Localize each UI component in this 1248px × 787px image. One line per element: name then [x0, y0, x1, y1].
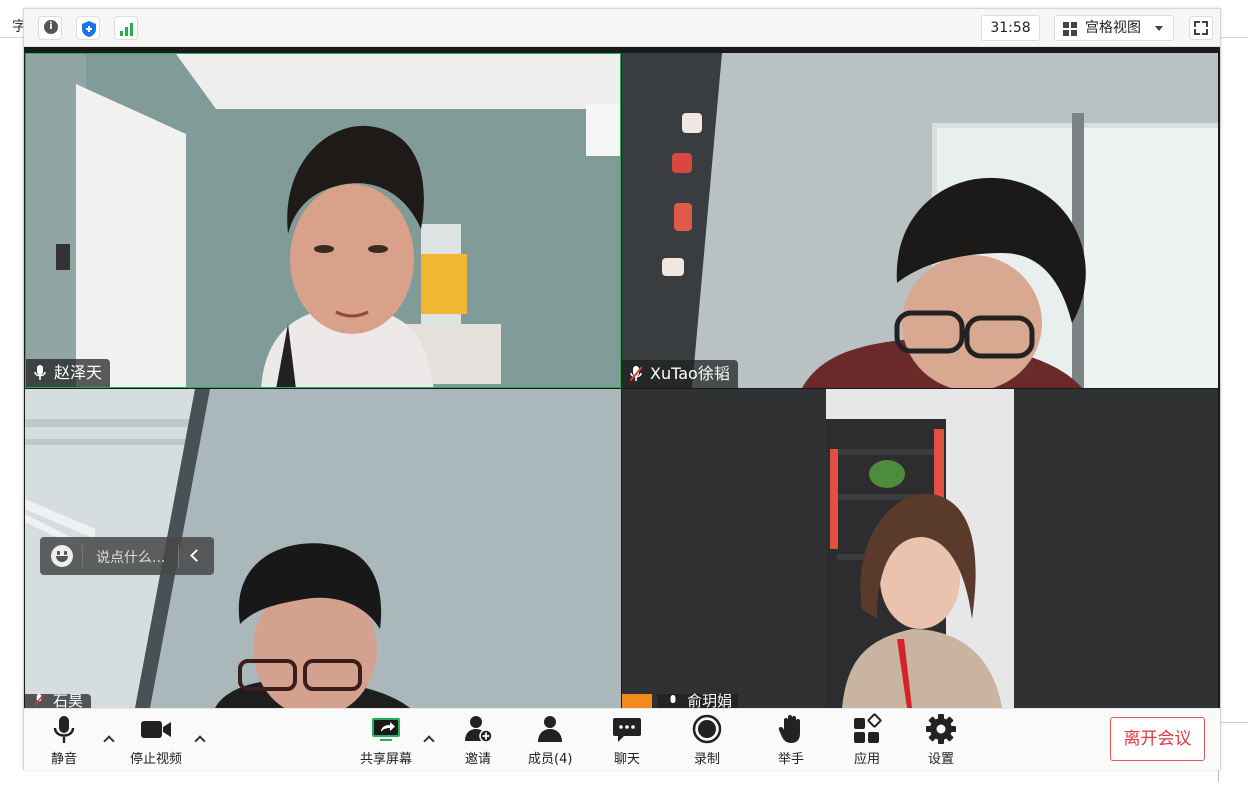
mute-button[interactable]: 静音	[48, 713, 80, 767]
microphone-muted-icon	[33, 694, 45, 706]
security-shield-icon[interactable]	[76, 16, 100, 40]
network-signal-icon[interactable]	[114, 16, 138, 40]
record-button[interactable]: 录制	[691, 713, 723, 767]
video-tile-1[interactable]: 赵泽天	[25, 53, 621, 388]
emoji-icon[interactable]	[51, 545, 73, 567]
chat-label: 聊天	[613, 752, 640, 767]
members-button[interactable]: 成员(4)	[528, 713, 572, 767]
apps-grid-icon	[851, 713, 883, 745]
chat-button[interactable]: 聊天	[611, 713, 643, 767]
video-frame	[622, 53, 1218, 388]
apps-button[interactable]: 应用	[851, 713, 883, 767]
settings-label: 设置	[927, 752, 954, 767]
gear-icon	[925, 713, 957, 745]
avatar	[622, 694, 652, 708]
screen: 字 31:58	[0, 0, 1248, 787]
fullscreen-icon[interactable]	[1189, 16, 1213, 40]
record-icon	[691, 713, 723, 745]
participant-name: 赵泽天	[54, 363, 103, 382]
raise-hand-button[interactable]: 举手	[775, 713, 807, 767]
share-screen-label: 共享屏幕	[360, 752, 413, 767]
microphone-icon	[34, 365, 46, 380]
participant-name-tag: 石昊	[25, 692, 92, 709]
collapse-chevron-icon[interactable]	[190, 549, 203, 562]
meeting-window: 31:58 宫格视图	[23, 8, 1221, 770]
microphone-icon	[48, 713, 80, 745]
background-divider	[1219, 722, 1248, 723]
video-grid: 赵泽天 XuTao徐韬 石昊 俞玥娟 说点什么...	[24, 47, 1220, 708]
invite-button[interactable]: 邀请	[462, 713, 494, 767]
apps-label: 应用	[853, 752, 880, 767]
microphone-icon	[670, 695, 676, 704]
grid-view-icon	[1063, 22, 1077, 36]
share-options-chevron-icon[interactable]	[423, 735, 435, 747]
divider	[82, 545, 83, 567]
mute-label: 静音	[50, 752, 77, 767]
video-frame	[622, 389, 1218, 708]
view-layout-label: 宫格视图	[1085, 20, 1141, 36]
settings-button[interactable]: 设置	[925, 713, 957, 767]
video-frame	[26, 54, 620, 387]
video-tile-2[interactable]: XuTao徐韬	[622, 53, 1218, 388]
participant-name: 石昊	[53, 692, 84, 709]
participant-name: 俞玥娟	[687, 692, 733, 709]
participant-name-box: 俞玥娟	[657, 692, 739, 709]
view-layout-dropdown[interactable]: 宫格视图	[1054, 15, 1174, 41]
add-person-icon	[462, 713, 494, 745]
participant-name-tag: 赵泽天	[26, 359, 111, 387]
participant-name-tag: 俞玥娟	[622, 694, 746, 708]
video-tile-4[interactable]: 俞玥娟	[622, 389, 1218, 708]
audio-options-chevron-icon[interactable]	[103, 735, 115, 747]
record-label: 录制	[693, 752, 720, 767]
meeting-top-bar: 31:58 宫格视图	[24, 9, 1220, 47]
meeting-timer: 31:58	[981, 15, 1040, 41]
stop-video-button[interactable]: 停止视频	[130, 713, 182, 767]
video-camera-icon	[140, 713, 172, 745]
participant-name: XuTao徐韬	[650, 364, 730, 383]
person-icon	[534, 713, 566, 745]
meeting-toolbar: 静音 停止视频 共享屏幕 邀请 成员(4) 聊天 录制 举手 应用 设置 离开会…	[24, 708, 1220, 770]
raise-hand-label: 举手	[777, 752, 804, 767]
leave-meeting-button[interactable]: 离开会议	[1110, 717, 1205, 761]
chat-bubble-icon	[611, 713, 643, 745]
invite-label: 邀请	[464, 752, 491, 767]
meeting-info-icon[interactable]	[38, 16, 62, 40]
hand-icon	[775, 713, 807, 745]
share-screen-icon	[370, 713, 402, 745]
divider	[178, 545, 179, 567]
microphone-muted-icon	[630, 366, 642, 382]
chat-input-placeholder[interactable]: 说点什么...	[96, 547, 165, 567]
video-options-chevron-icon[interactable]	[194, 735, 206, 747]
participant-name-tag: XuTao徐韬	[622, 360, 738, 388]
chevron-down-icon	[1155, 26, 1163, 31]
quick-chat-bar[interactable]: 说点什么...	[40, 537, 214, 575]
share-screen-button[interactable]: 共享屏幕	[360, 713, 412, 767]
stop-video-label: 停止视频	[130, 752, 183, 767]
members-label: 成员(4)	[528, 752, 573, 767]
